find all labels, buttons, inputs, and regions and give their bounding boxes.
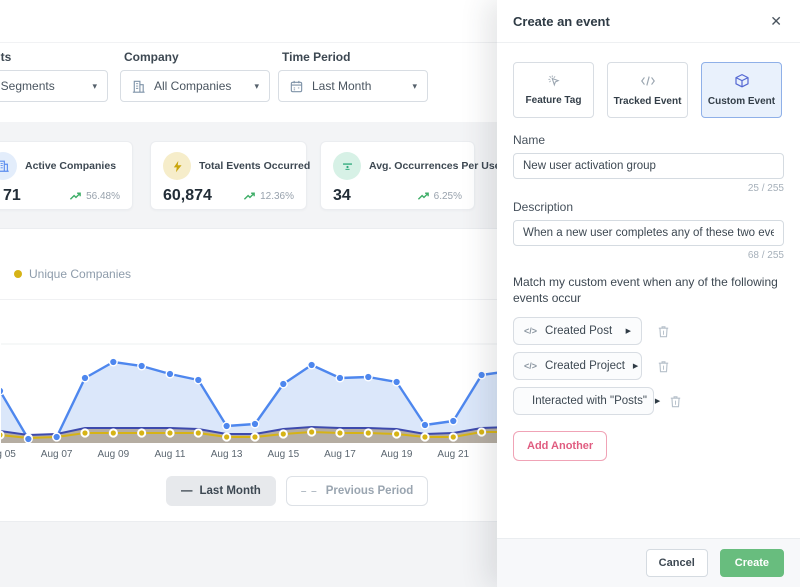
trend-up-icon — [69, 190, 82, 203]
type-card-feature-tag[interactable]: Feature Tag — [513, 62, 594, 118]
stat-change: 6.25% — [417, 190, 462, 203]
x-axis-tick: Aug 05 — [0, 449, 20, 460]
chevron-down-icon: ▾ — [412, 81, 417, 92]
filter-segments: Segments All Segments ▾ — [0, 50, 108, 102]
description-field-label: Description — [513, 200, 784, 214]
name-field-label: Name — [513, 133, 784, 147]
legend-dot-unique-companies — [14, 270, 22, 278]
code-icon — [640, 73, 656, 89]
create-button[interactable]: Create — [720, 549, 784, 577]
panel-title: Create an event — [513, 14, 610, 29]
trend-up-icon — [243, 190, 256, 203]
chart-period-toggles: — Last Month – – Previous Period — [166, 476, 428, 506]
time-period-filter-label: Time Period — [282, 50, 428, 64]
add-another-button[interactable]: Add Another — [513, 431, 607, 461]
stat-change: 56.48% — [69, 190, 120, 203]
building-icon — [131, 79, 146, 94]
cursor-click-icon — [547, 74, 561, 88]
stat-value: 71 — [3, 187, 21, 205]
stat-title: Active Companies — [25, 160, 116, 172]
cube-icon — [734, 73, 750, 89]
create-event-panel: Create an event ✕ Feature Tag Tracked Ev… — [497, 0, 800, 587]
calendar-icon — [289, 79, 304, 94]
segments-dropdown[interactable]: All Segments ▾ — [0, 70, 108, 102]
x-axis-tick: Aug 19 — [377, 449, 417, 460]
match-events-label: Match my custom event when any of the fo… — [513, 275, 784, 306]
caret-right-icon: ▶ — [655, 397, 660, 405]
stat-value: 60,874 — [163, 187, 212, 205]
time-period-dropdown-value: Last Month — [312, 79, 404, 93]
chevron-down-icon: ▾ — [92, 81, 97, 92]
stat-card-avg-occurrences: Avg. Occurrences Per User 34 6.25% — [320, 141, 475, 210]
event-row: Interacted with "Posts" ▶ — [513, 387, 784, 415]
panel-footer: Cancel Create — [497, 538, 800, 587]
code-icon: </> — [524, 326, 537, 336]
trash-icon[interactable] — [656, 324, 671, 339]
company-dropdown[interactable]: All Companies ▾ — [120, 70, 270, 102]
chevron-down-icon: ▾ — [254, 81, 259, 92]
event-chip-interacted-posts[interactable]: Interacted with "Posts" ▶ — [513, 387, 654, 415]
solid-line-icon: — — [181, 485, 192, 497]
event-row: </> Created Project ▶ — [513, 352, 784, 380]
description-char-counter: 68 / 255 — [513, 250, 784, 261]
trash-icon[interactable] — [656, 359, 671, 374]
panel-header: Create an event ✕ — [497, 0, 800, 43]
legend-label: Unique Companies — [29, 267, 131, 281]
company-filter-label: Company — [124, 50, 270, 64]
dashed-line-icon: – – — [301, 486, 318, 497]
stat-change: 12.36% — [243, 190, 294, 203]
type-card-tracked-event[interactable]: Tracked Event — [607, 62, 688, 118]
x-axis-tick: Aug 15 — [263, 449, 303, 460]
stat-title: Avg. Occurrences Per User — [369, 160, 505, 172]
stat-card-active-companies: Active Companies 71 56.48% — [0, 141, 133, 210]
code-icon: </> — [524, 361, 537, 371]
company-dropdown-value: All Companies — [154, 79, 246, 93]
panel-body: Feature Tag Tracked Event Custom Event N… — [497, 44, 800, 538]
average-icon — [333, 152, 361, 180]
filter-time-period: Time Period Last Month ▾ — [278, 50, 428, 102]
bolt-icon — [163, 152, 191, 180]
name-input[interactable] — [513, 153, 784, 179]
trash-icon[interactable] — [668, 394, 683, 409]
close-icon[interactable]: ✕ — [770, 14, 782, 28]
chart-legend: Unique Companies — [14, 267, 131, 281]
last-month-toggle[interactable]: — Last Month — [166, 476, 276, 506]
x-axis-tick: Aug 11 — [150, 449, 190, 460]
x-axis-tick: Aug 09 — [93, 449, 133, 460]
x-axis-tick: Aug 13 — [207, 449, 247, 460]
trend-up-icon — [417, 190, 430, 203]
x-axis-tick: Aug 07 — [37, 449, 77, 460]
segments-filter-label: Segments — [0, 50, 108, 64]
time-period-dropdown[interactable]: Last Month ▾ — [278, 70, 428, 102]
segments-dropdown-value: All Segments — [0, 79, 84, 93]
event-chip-created-post[interactable]: </> Created Post ▶ — [513, 317, 642, 345]
name-char-counter: 25 / 255 — [513, 183, 784, 194]
x-axis-tick: Aug 17 — [320, 449, 360, 460]
stat-card-total-events: Total Events Occurred 60,874 12.36% — [150, 141, 307, 210]
building-icon — [0, 152, 17, 180]
app-root: Segments All Segments ▾ Company All Comp… — [0, 0, 800, 587]
caret-right-icon: ▶ — [633, 362, 638, 370]
caret-right-icon: ▶ — [626, 327, 631, 335]
stat-value: 34 — [333, 187, 351, 205]
event-chip-created-project[interactable]: </> Created Project ▶ — [513, 352, 642, 380]
description-input[interactable] — [513, 220, 784, 246]
cancel-button[interactable]: Cancel — [646, 549, 708, 577]
stat-title: Total Events Occurred — [199, 160, 310, 172]
x-axis-tick: Aug 21 — [433, 449, 473, 460]
previous-period-toggle[interactable]: – – Previous Period — [286, 476, 428, 506]
type-card-custom-event[interactable]: Custom Event — [701, 62, 782, 118]
event-row: </> Created Post ▶ — [513, 317, 784, 345]
event-type-selector: Feature Tag Tracked Event Custom Event — [513, 62, 784, 118]
filter-company: Company All Companies ▾ — [120, 50, 270, 102]
